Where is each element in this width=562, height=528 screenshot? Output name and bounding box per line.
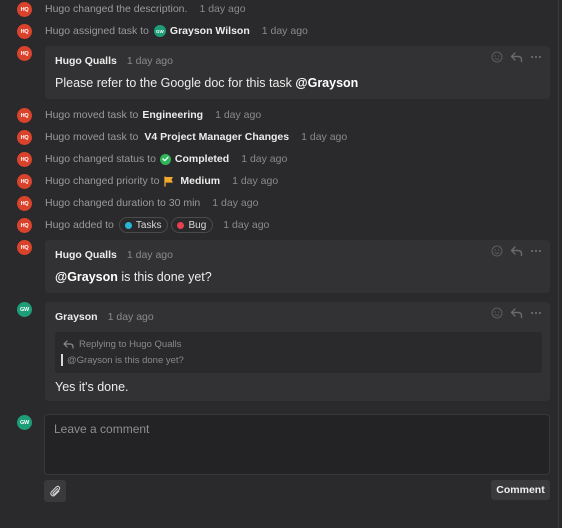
avatar-hugo: HQ — [17, 130, 32, 145]
comment-card: Hugo Qualls 1 day ago @Grayson is this d… — [45, 240, 550, 293]
comment-author[interactable]: Hugo Qualls — [55, 249, 117, 261]
avatar-hugo: HQ — [17, 240, 32, 255]
target-list[interactable]: Engineering — [142, 109, 203, 121]
quoted-text: @Grayson is this done yet? — [61, 354, 184, 366]
priority-value: Medium — [180, 175, 221, 187]
avatar-hugo: HQ — [17, 24, 32, 39]
activity-item: Hugo assigned task to GW Grayson Wilson … — [45, 25, 308, 37]
comment-time: 1 day ago — [126, 249, 173, 261]
comment-body: Yes it's done. — [55, 380, 129, 394]
avatar-hugo: HQ — [17, 196, 32, 211]
reply-icon[interactable] — [510, 245, 523, 257]
quote-bar — [61, 354, 63, 366]
comment-header: Grayson 1 day ago — [55, 311, 154, 323]
comment-body: @Grayson is this done yet? — [55, 270, 212, 284]
reply-icon[interactable] — [510, 307, 523, 319]
avatar-hugo: HQ — [17, 174, 32, 189]
flag-icon — [164, 176, 174, 187]
comment-body: Please refer to the Google doc for this … — [55, 76, 359, 90]
more-options-icon[interactable] — [530, 249, 542, 253]
tag-tasks[interactable]: Tasks — [118, 217, 169, 233]
comment-input[interactable] — [44, 414, 550, 475]
activity-item: Hugo moved task to Engineering 1 day ago — [45, 109, 262, 121]
mention[interactable]: @Grayson — [295, 76, 358, 90]
avatar-hugo: HQ — [17, 152, 32, 167]
tag-color-dot — [124, 221, 132, 229]
add-reaction-icon[interactable] — [491, 307, 503, 319]
reply-icon[interactable] — [510, 51, 523, 63]
comment-time: 1 day ago — [126, 55, 173, 67]
comment-header: Hugo Qualls 1 day ago — [55, 249, 173, 261]
comment-author[interactable]: Hugo Qualls — [55, 55, 117, 67]
add-reaction-icon[interactable] — [491, 245, 503, 257]
comment-actions — [491, 51, 542, 63]
panel-border — [558, 0, 559, 528]
activity-item: Hugo changed duration to 30 min 1 day ag… — [45, 197, 259, 209]
comment-author[interactable]: Grayson — [55, 311, 98, 323]
activity-item: Hugo changed the description. 1 day ago — [45, 3, 246, 15]
comment-actions — [491, 307, 542, 319]
activity-item: Hugo changed status to Completed 1 day a… — [45, 153, 288, 165]
avatar-hugo: HQ — [17, 218, 32, 233]
check-circle-icon — [159, 153, 171, 165]
more-options-icon[interactable] — [530, 55, 542, 59]
comment-card: Grayson 1 day ago Replying to Hugo Quall… — [45, 302, 550, 401]
activity-item: Hugo added to Tasks Bug 1 day ago — [45, 217, 270, 233]
comment-header: Hugo Qualls 1 day ago — [55, 55, 173, 67]
reply-quote[interactable]: Replying to Hugo Qualls @Grayson is this… — [55, 332, 542, 373]
mention[interactable]: @Grayson — [55, 270, 118, 284]
replying-to: Replying to Hugo Qualls — [63, 339, 181, 350]
tag-color-dot — [177, 221, 185, 229]
status-value: Completed — [174, 153, 230, 165]
assignee-avatar: GW — [153, 25, 166, 37]
tag-bug[interactable]: Bug — [171, 217, 214, 233]
comment-card: Hugo Qualls 1 day ago Please refer to th… — [45, 46, 550, 99]
attach-button[interactable] — [44, 480, 66, 502]
target-list[interactable]: V4 Project Manager Changes — [144, 131, 289, 143]
reply-icon — [63, 340, 74, 349]
assignee-name[interactable]: Grayson Wilson — [170, 25, 250, 37]
comment-actions — [491, 245, 542, 257]
comment-submit-button[interactable]: Comment — [491, 480, 550, 500]
avatar-hugo: HQ — [17, 108, 32, 123]
activity-item: Hugo changed priority to Medium 1 day ag… — [45, 175, 279, 187]
paperclip-icon — [49, 485, 61, 497]
avatar-grayson: GW — [17, 302, 32, 317]
comment-time: 1 day ago — [107, 311, 154, 323]
avatar-current-user: GW — [17, 415, 32, 430]
avatar-hugo: HQ — [17, 2, 32, 17]
avatar-hugo: HQ — [17, 46, 32, 61]
more-options-icon[interactable] — [530, 311, 542, 315]
activity-item: Hugo moved task to V4 Project Manager Ch… — [45, 131, 348, 143]
add-reaction-icon[interactable] — [491, 51, 503, 63]
